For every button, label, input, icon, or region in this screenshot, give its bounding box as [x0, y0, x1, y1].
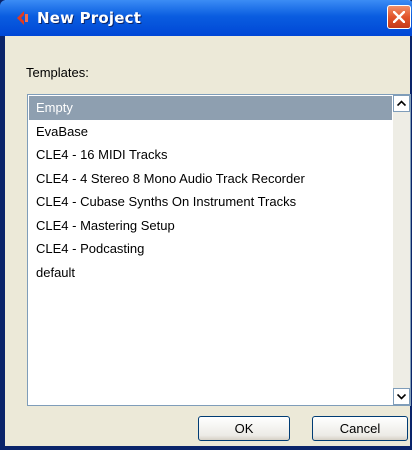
- templates-list[interactable]: Empty EvaBase CLE4 - 16 MIDI Tracks CLE4 - …: [27, 94, 411, 406]
- title-bar[interactable]: New Project: [0, 0, 412, 36]
- scroll-down-arrow-icon: [397, 393, 406, 400]
- template-item[interactable]: default: [29, 261, 392, 285]
- close-button[interactable]: [387, 5, 411, 29]
- scroll-down-button[interactable]: [393, 388, 410, 405]
- scroll-up-button[interactable]: [393, 95, 410, 112]
- templates-list-items: Empty EvaBase CLE4 - 16 MIDI Tracks CLE4 - …: [29, 96, 392, 284]
- dialog-title: New Project: [37, 9, 142, 27]
- close-icon: [393, 11, 405, 23]
- cancel-button[interactable]: Cancel: [312, 416, 408, 441]
- template-item[interactable]: CLE4 - Cubase Synths On Instrument Track…: [29, 190, 392, 214]
- template-item[interactable]: EvaBase: [29, 120, 392, 144]
- ok-button[interactable]: OK: [198, 416, 290, 441]
- cubase-logo-icon: [17, 11, 28, 25]
- template-item[interactable]: CLE4 - 16 MIDI Tracks: [29, 143, 392, 167]
- template-item[interactable]: CLE4 - 4 Stereo 8 Mono Audio Track Recor…: [29, 167, 392, 191]
- templates-label: Templates:: [26, 65, 89, 80]
- vertical-scrollbar[interactable]: [393, 95, 410, 405]
- template-item[interactable]: CLE4 - Podcasting: [29, 237, 392, 261]
- new-project-dialog: New Project Templates: Empty EvaBase CLE4 …: [0, 0, 412, 450]
- template-item[interactable]: Empty: [29, 96, 392, 120]
- template-item[interactable]: CLE4 - Mastering Setup: [29, 214, 392, 238]
- scroll-up-arrow-icon: [397, 100, 406, 107]
